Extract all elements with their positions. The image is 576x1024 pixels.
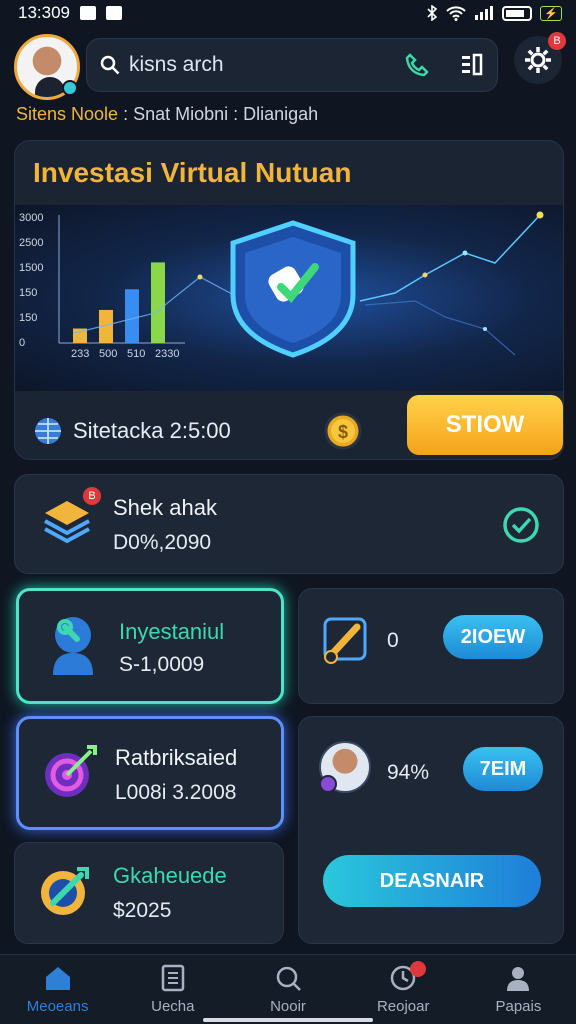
count-card[interactable]: 0 2IOEW bbox=[298, 588, 564, 704]
search-input[interactable]: kisns arch bbox=[129, 53, 403, 77]
y-tick-label: 150 bbox=[19, 312, 37, 324]
settings-button[interactable]: B bbox=[514, 32, 566, 84]
home-indicator bbox=[203, 1018, 373, 1022]
chart-bar bbox=[151, 262, 165, 343]
hero-stat-label: Sitetacka 2:5:00 bbox=[73, 418, 231, 443]
summary-value: D0%,2090 bbox=[113, 531, 212, 554]
primary-action-button[interactable]: DEASNAIR bbox=[323, 855, 541, 907]
user-badge bbox=[319, 775, 337, 793]
view-button[interactable]: 2IOEW bbox=[443, 615, 543, 659]
notification-badge: B bbox=[548, 32, 566, 50]
nav-label: Nooir bbox=[270, 998, 306, 1015]
search-bar[interactable]: kisns arch bbox=[86, 38, 498, 92]
document-icon bbox=[161, 964, 185, 992]
bottom-nav: Meoeans Uecha Nooir Reojoar Papais bbox=[0, 954, 576, 1024]
invest-value: S-1,0009 bbox=[119, 653, 205, 676]
check-circle-icon bbox=[503, 507, 539, 543]
nav-notification-badge bbox=[409, 961, 426, 977]
ratio-card[interactable]: Ratbriksaied L008i 3.2008 bbox=[16, 716, 284, 830]
brush-icon bbox=[323, 617, 367, 664]
breadcrumb-rest: : Snat Miobni : Dlianigah bbox=[118, 104, 319, 124]
nav-item-clock[interactable]: Reojoar bbox=[346, 955, 461, 1024]
target-icon bbox=[45, 745, 97, 797]
nav-label: Reojoar bbox=[376, 998, 430, 1015]
y-tick-label: 3000 bbox=[19, 212, 43, 224]
nav-label: Meoeans bbox=[26, 998, 89, 1015]
percent-value: 94% bbox=[387, 761, 430, 784]
battery-saver-icon: ⚡ bbox=[540, 5, 562, 21]
breadcrumb: Sitens Noole : Snat Miobni : Dlianigah bbox=[16, 104, 318, 125]
summary-card[interactable]: B Shek ahak D0%,2090 bbox=[14, 474, 564, 574]
nav-item-document[interactable]: Uecha bbox=[115, 955, 230, 1024]
team-button[interactable]: 7EIM bbox=[463, 747, 543, 791]
gear-icon bbox=[525, 47, 551, 73]
y-tick-label: 150 bbox=[19, 287, 37, 299]
chart-bar bbox=[125, 289, 139, 343]
breadcrumb-highlight[interactable]: Sitens Noole bbox=[16, 104, 118, 124]
status-bar: 13:309 ⚡ bbox=[0, 0, 576, 26]
person-wrench-icon bbox=[53, 617, 93, 675]
wifi-icon bbox=[446, 6, 466, 21]
phone-icon[interactable] bbox=[403, 51, 431, 79]
hero-illustration: 3000 2500 1500 150 150 0 233 500 510 2330 bbox=[15, 205, 563, 391]
y-tick-label: 2500 bbox=[19, 237, 43, 249]
nav-item-search[interactable]: Nooir bbox=[230, 955, 345, 1024]
ratio-title: Ratbriksaied bbox=[115, 745, 238, 770]
ratio-value: L008i 3.2008 bbox=[115, 781, 237, 804]
summary-title: Shek ahak bbox=[113, 495, 217, 520]
hero-title: Investasi Virtual Nutuan bbox=[33, 157, 352, 188]
coin-icon: $ bbox=[324, 412, 362, 450]
svg-text:$: $ bbox=[338, 422, 348, 442]
online-indicator bbox=[62, 80, 78, 96]
search-icon bbox=[100, 55, 120, 75]
nav-label: Papais bbox=[495, 998, 542, 1015]
hero-card: Investasi Virtual Nutuan 3000 2500 1500 150… bbox=[14, 140, 564, 460]
x-tick-label: 2330 bbox=[155, 348, 179, 360]
summary-badge: B bbox=[83, 487, 101, 505]
y-tick-label: 0 bbox=[19, 337, 25, 349]
home-icon bbox=[45, 967, 70, 990]
nav-item-home[interactable]: Meoeans bbox=[0, 955, 115, 1024]
bag-icon bbox=[106, 6, 122, 20]
user-icon bbox=[507, 967, 530, 991]
filter-icon[interactable] bbox=[459, 52, 485, 78]
exchange-value: $2025 bbox=[113, 899, 172, 922]
show-button[interactable]: STIOW bbox=[407, 395, 563, 455]
count-value: 0 bbox=[387, 629, 399, 652]
battery-icon bbox=[502, 5, 533, 21]
clock-time: 13:309 bbox=[18, 3, 70, 22]
top-bar: kisns arch B bbox=[14, 32, 566, 100]
shield-icon bbox=[230, 220, 356, 358]
image-icon bbox=[80, 6, 96, 20]
exchange-card[interactable]: Gkaheuede $2025 bbox=[14, 842, 284, 944]
x-tick-label: 233 bbox=[71, 348, 89, 360]
nav-item-profile[interactable]: Papais bbox=[461, 955, 576, 1024]
hero-chart: 3000250015001501500 233 500 510 2330 bbox=[19, 211, 544, 360]
search-icon bbox=[276, 966, 301, 991]
x-tick-label: 510 bbox=[127, 348, 145, 360]
percent-card[interactable]: 94% 7EIM DEASNAIR bbox=[298, 716, 564, 944]
signal-icon bbox=[475, 6, 494, 20]
globe-icon bbox=[35, 418, 61, 444]
nav-label: Uecha bbox=[151, 998, 195, 1015]
invest-card[interactable]: Inyestaniul S-1,0009 bbox=[16, 588, 284, 704]
x-tick-label: 500 bbox=[99, 348, 117, 360]
invest-title: Inyestaniul bbox=[119, 619, 225, 644]
bluetooth-icon bbox=[427, 5, 438, 21]
tag-icon bbox=[41, 867, 89, 915]
y-tick-label: 1500 bbox=[19, 262, 43, 274]
exchange-title: Gkaheuede bbox=[113, 863, 227, 888]
